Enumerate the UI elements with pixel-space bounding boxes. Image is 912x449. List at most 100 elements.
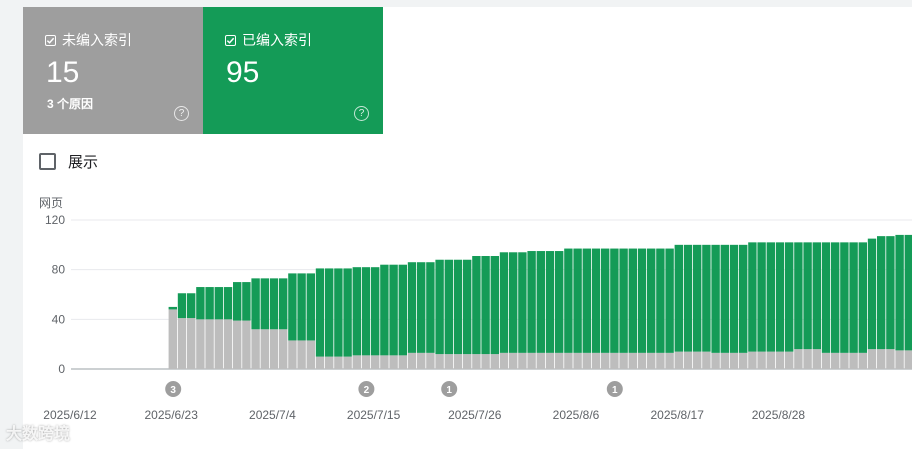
bar-not-indexed [647,352,656,369]
bar-indexed [426,262,435,353]
bar-not-indexed [233,320,242,369]
not-indexed-label: 未编入索引 [62,32,132,48]
bar-indexed [398,264,407,356]
bar-indexed [711,244,720,353]
show-toggle-label: 展示 [68,154,99,171]
bar-not-indexed [867,349,877,369]
bar-not-indexed [242,320,251,369]
bar-indexed [242,282,251,321]
bar-not-indexed [674,351,683,369]
watermark: 大数跨境 [6,426,71,443]
bar-indexed [858,242,867,353]
bar-not-indexed [729,352,739,369]
bar-not-indexed [803,349,812,369]
not-indexed-count: 15 [46,56,80,89]
bar-indexed [619,248,628,353]
bar-indexed [573,248,582,353]
bar-not-indexed [849,352,858,369]
checkbox-unchecked-icon[interactable] [39,153,56,170]
bar-indexed [361,267,371,356]
bar-not-indexed [877,349,886,369]
not-indexed-reasons: 3 个原因 [47,97,94,111]
bar-not-indexed [371,355,380,369]
bar-not-indexed [766,351,775,369]
bar-not-indexed [591,352,601,369]
bar-indexed [343,268,352,357]
annotation-label: 2 [364,385,370,396]
bar-not-indexed [720,352,729,369]
bar-not-indexed [315,356,325,369]
bar-not-indexed [683,351,693,369]
bar-indexed [729,244,739,353]
annotation-label: 1 [612,385,618,396]
bar-indexed [555,251,564,353]
bar-indexed [334,268,343,357]
bar-not-indexed [509,352,518,369]
bar-not-indexed [361,355,371,369]
bar-not-indexed [444,354,453,369]
not-indexed-label-row: 未编入索引 [45,30,132,50]
bar-indexed [233,282,242,321]
bar-indexed [196,287,205,320]
bar-indexed [904,234,912,351]
bar-indexed [481,256,490,355]
bar-indexed [168,306,177,310]
x-tick-label: 2025/8/28 [752,408,806,422]
bar-not-indexed [251,329,260,369]
x-tick-label: 2025/7/26 [448,408,502,422]
bar-not-indexed [858,352,867,369]
help-icon[interactable]: ? [354,106,369,121]
bar-indexed [775,242,785,352]
bar-not-indexed [177,318,187,369]
bar-indexed [325,268,334,357]
x-tick-label: 2025/8/17 [651,408,705,422]
bar-not-indexed [739,352,748,369]
bar-indexed [269,278,279,330]
bar-not-indexed [453,354,463,369]
help-icon[interactable]: ? [174,106,189,121]
bar-not-indexed [757,351,766,369]
bar-indexed [315,268,325,357]
x-tick-label: 2025/8/6 [553,408,600,422]
pages-chart: 网页 0 40 80 120 3 2 1 1 2025/6/12 2025/6/23 2025/7/4… [23,192,912,442]
bar-indexed [187,293,196,319]
bar-indexed [297,273,306,341]
bar-indexed [637,248,647,353]
not-indexed-card[interactable]: 未编入索引 15 3 个原因 ? [23,7,203,134]
bar-indexed [545,251,555,353]
bar-indexed [380,264,389,356]
y-tick-label: 40 [52,312,66,326]
bar-indexed [518,252,527,353]
bar-not-indexed [555,352,564,369]
bar-indexed [867,238,877,350]
bar-not-indexed [187,318,196,369]
bar-not-indexed [775,351,785,369]
bar-indexed [251,278,260,330]
bar-indexed [591,248,601,353]
annotation-label: 1 [446,385,452,396]
bar-not-indexed [536,352,545,369]
indexed-card[interactable]: 已编入索引 95 ? [203,7,383,134]
bar-not-indexed [343,356,352,369]
bar-indexed [279,278,288,330]
bar-not-indexed [334,356,343,369]
bar-not-indexed [886,349,895,369]
show-toggle[interactable]: 展示 [39,151,98,172]
bar-not-indexed [656,352,665,369]
bar-not-indexed [297,340,306,369]
bar-not-indexed [168,309,177,369]
bar-indexed [812,242,821,350]
checkbox-checked-icon[interactable] [45,34,56,46]
bar-indexed [288,273,297,341]
bar-indexed [803,242,812,350]
indexed-label: 已编入索引 [242,32,312,48]
bar-indexed [647,248,656,353]
bar-not-indexed [472,354,481,369]
checkbox-checked-icon[interactable] [225,34,236,46]
bar-not-indexed [748,351,757,369]
bar-indexed [352,267,361,356]
bar-not-indexed [573,352,582,369]
bar-indexed [886,236,895,350]
bar-not-indexed [306,340,315,369]
bar-indexed [371,267,380,356]
